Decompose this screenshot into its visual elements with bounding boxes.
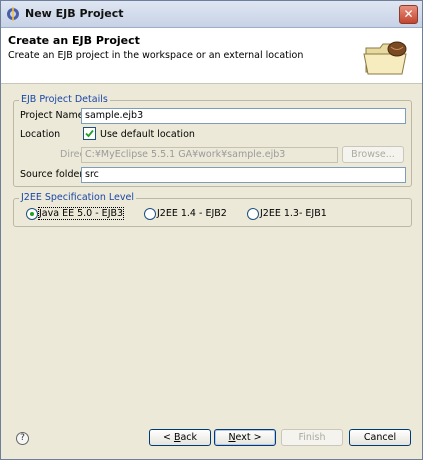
wizard-title: Create an EJB Project [8, 34, 140, 47]
use-default-location-checkbox[interactable] [83, 127, 96, 140]
checkmark-icon [85, 129, 94, 138]
radio-j2ee13-ejb1[interactable] [247, 208, 259, 220]
wizard-header: Create an EJB Project Create an EJB proj… [1, 28, 422, 84]
browse-button: Browse... [342, 146, 404, 163]
radio-javaee5-ejb3-label[interactable]: Java EE 5.0 - EJB3 [37, 207, 125, 220]
dialog-window: New EJB Project ✕ Create an EJB Project … [0, 0, 423, 460]
spec-group-label: J2EE Specification Level [19, 192, 136, 203]
close-button[interactable]: ✕ [399, 5, 418, 24]
source-folder-label: Source folder [20, 169, 84, 180]
directory-input: C:¥MyEclipse 5.5.1 GA¥work¥sample.ejb3 [81, 147, 338, 163]
source-folder-input[interactable]: src [81, 167, 406, 183]
next-rest: ext > [235, 432, 262, 443]
myeclipse-app-icon [7, 7, 19, 21]
use-default-location-label[interactable]: Use default location [100, 129, 195, 140]
title-bar[interactable]: New EJB Project ✕ [1, 1, 422, 28]
back-rest: ack [180, 432, 198, 443]
location-label: Location [20, 129, 61, 140]
back-button[interactable]: < Back [149, 429, 211, 446]
radio-j2ee14-ejb2-label[interactable]: J2EE 1.4 - EJB2 [157, 208, 227, 219]
radio-javaee5-ejb3[interactable] [26, 208, 38, 220]
window-title: New EJB Project [25, 7, 124, 20]
help-icon[interactable]: ? [16, 432, 29, 445]
project-name-label: Project Name [20, 110, 84, 121]
close-icon: ✕ [403, 7, 414, 21]
cancel-button[interactable]: Cancel [349, 429, 411, 446]
back-prefix: < [162, 432, 174, 443]
radio-selected-dot [30, 212, 34, 216]
folder-bean-icon [363, 41, 407, 75]
details-group-label: EJB Project Details [19, 94, 110, 105]
finish-button: Finish [281, 429, 343, 446]
wizard-description: Create an EJB project in the workspace o… [8, 50, 304, 61]
project-name-input[interactable]: sample.ejb3 [81, 108, 406, 124]
next-button[interactable]: Next > [214, 429, 276, 446]
radio-j2ee13-ejb1-label[interactable]: J2EE 1.3- EJB1 [260, 208, 327, 219]
next-mnemonic: N [228, 432, 236, 443]
radio-j2ee14-ejb2[interactable] [144, 208, 156, 220]
